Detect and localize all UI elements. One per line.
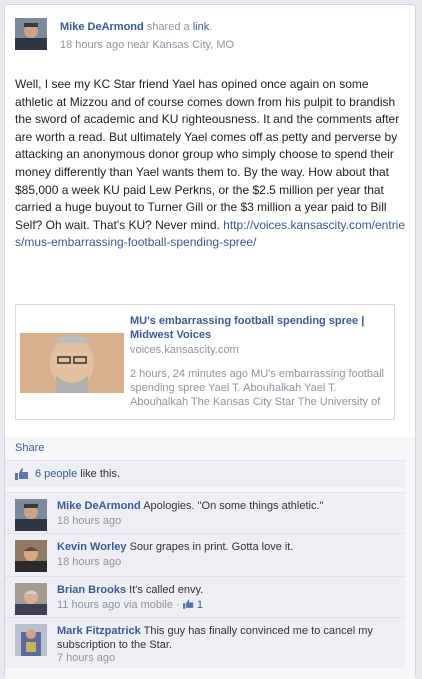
comment-timestamp[interactable]: 18 hours ago bbox=[57, 515, 121, 527]
comment-item: Brian Brooks It's called envy. 11 hours … bbox=[5, 576, 405, 618]
commenter-avatar[interactable] bbox=[15, 583, 47, 615]
commenter-name-link[interactable]: Mike DeArmond bbox=[57, 500, 141, 512]
link-preview[interactable]: MU's embarrassing football spending spre… bbox=[15, 304, 395, 420]
shared-link-link[interactable]: link bbox=[193, 21, 210, 33]
commenter-name-link[interactable]: Brian Brooks bbox=[57, 584, 126, 596]
comment-meta: 11 hours ago via mobile · 1 bbox=[57, 599, 203, 612]
comment-text: Sour grapes in print. Gotta love it. bbox=[129, 541, 294, 553]
post-message: Well, I see my KC Star friend Yael has o… bbox=[15, 76, 407, 252]
commenter-avatar[interactable] bbox=[15, 624, 47, 656]
comment-item: Mark Fitzpatrick This guy has finally co… bbox=[5, 617, 405, 668]
comment-body: Mike DeArmond Apologies. "On some things… bbox=[57, 499, 397, 513]
preview-thumbnail[interactable] bbox=[20, 333, 124, 393]
feed-story: Mike DeArmond shared a link. 18 hours ag… bbox=[4, 4, 416, 679]
share-link[interactable]: Share bbox=[15, 442, 44, 454]
comment-body: Kevin Worley Sour grapes in print. Gotta… bbox=[57, 540, 397, 554]
story-title-line: Mike DeArmond shared a link. bbox=[60, 21, 212, 33]
story-timestamp[interactable]: 18 hours ago near Kansas City, MO bbox=[60, 39, 234, 51]
comment-like-count[interactable]: 1 bbox=[197, 599, 203, 611]
author-avatar[interactable] bbox=[15, 18, 47, 50]
likes-summary: 6 people like this. bbox=[5, 460, 405, 487]
thumbs-up-icon bbox=[15, 468, 29, 483]
comment-timestamp[interactable]: 11 hours ago via mobile · bbox=[57, 599, 183, 611]
comment-timestamp[interactable]: 7 hours ago bbox=[57, 652, 115, 664]
likes-suffix: like this. bbox=[77, 468, 121, 480]
author-name-link[interactable]: Mike DeArmond bbox=[60, 21, 144, 33]
comment-text: It's called envy. bbox=[129, 584, 204, 596]
preview-description: 2 hours, 24 minutes ago MU's embarrassin… bbox=[130, 368, 385, 408]
likes-people-link[interactable]: 6 people bbox=[35, 468, 77, 480]
comment-text: Apologies. "On some things athletic." bbox=[143, 500, 324, 512]
preview-host: voices.kansascity.com bbox=[130, 344, 239, 356]
comment-item: Kevin Worley Sour grapes in print. Gotta… bbox=[5, 533, 405, 577]
story-actions-area: Share 6 people like this. Mike DeArmond … bbox=[5, 437, 415, 679]
comment-timestamp[interactable]: 18 hours ago bbox=[57, 556, 121, 568]
story-action-text: shared a bbox=[146, 21, 193, 33]
post-body: Well, I see my KC Star friend Yael has o… bbox=[15, 77, 400, 232]
preview-title-link[interactable]: MU's embarrassing football spending spre… bbox=[130, 314, 388, 342]
commenter-avatar[interactable] bbox=[15, 540, 47, 572]
comment-body: Mark Fitzpatrick This guy has finally co… bbox=[57, 624, 387, 652]
likes-text: 6 people like this. bbox=[35, 468, 120, 480]
comment-item: Mike DeArmond Apologies. "On some things… bbox=[5, 492, 405, 534]
commenter-name-link[interactable]: Kevin Worley bbox=[57, 541, 127, 553]
commenter-avatar[interactable] bbox=[15, 499, 47, 531]
story-action-suffix: . bbox=[209, 21, 213, 33]
commenter-name-link[interactable]: Mark Fitzpatrick bbox=[57, 625, 141, 637]
comment-like-icon[interactable] bbox=[182, 599, 194, 612]
comment-body: Brian Brooks It's called envy. bbox=[57, 583, 397, 597]
